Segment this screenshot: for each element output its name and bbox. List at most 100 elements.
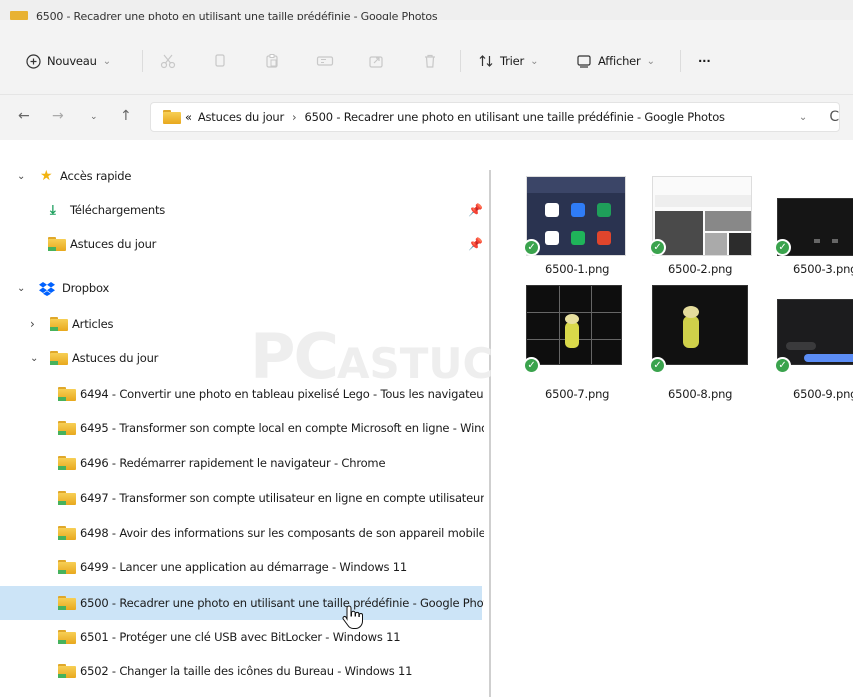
tree-item-folder[interactable]: 6498 - Avoir des informations sur les co… <box>0 516 484 550</box>
tree-label: 6501 - Protéger une clé USB avec BitLock… <box>80 630 401 644</box>
tree-label: Accès rapide <box>60 169 132 183</box>
dropbox-icon <box>39 281 55 296</box>
sync-check-icon: ✓ <box>774 239 791 256</box>
view-icon <box>577 55 591 68</box>
sort-button[interactable]: Trier ⌄ <box>478 50 538 72</box>
tree-label: 6495 - Transformer son compte local en c… <box>80 421 484 435</box>
sync-check-icon: ✓ <box>774 357 791 374</box>
chevron-right-icon[interactable]: › <box>30 317 35 331</box>
paste-button[interactable] <box>264 50 280 72</box>
pane-divider[interactable] <box>489 170 491 697</box>
new-label: Nouveau <box>47 54 97 68</box>
folder-icon <box>58 387 76 401</box>
rename-icon <box>316 56 334 66</box>
tree-label: Téléchargements <box>70 203 166 217</box>
folder-icon <box>163 110 181 124</box>
copy-icon <box>215 54 225 67</box>
tree-item-folder[interactable]: 6502 - Changer la taille des icônes du B… <box>0 654 484 688</box>
refresh-icon[interactable]: C <box>829 109 839 125</box>
folder-icon <box>58 630 76 644</box>
breadcrumb-separator: › <box>292 110 297 124</box>
window-title: 6500 - Recadrer une photo en utilisant u… <box>36 10 438 21</box>
breadcrumb-overflow[interactable]: « <box>185 110 192 124</box>
tree-item-folder[interactable]: 6499 - Lancer une application au démarra… <box>0 550 484 584</box>
thumbnail <box>652 176 752 256</box>
thumbnail <box>526 285 622 365</box>
sync-check-icon: ✓ <box>649 239 666 256</box>
file-name: 6500-2.png <box>668 262 733 276</box>
folder-icon <box>58 491 76 505</box>
file-name: 6500-8.png <box>668 387 733 401</box>
folder-icon <box>10 11 28 20</box>
tree-label: Astuces du jour <box>70 237 157 251</box>
tree-item-downloads[interactable]: ⤓ Téléchargements 📌 <box>0 193 484 227</box>
up-arrow-icon[interactable]: ↑ <box>120 108 132 124</box>
forward-arrow-icon[interactable]: → <box>52 108 64 124</box>
navigation-pane: ⌄ ★ Accès rapide ⤓ Téléchargements 📌 Ast… <box>0 140 484 697</box>
rename-button[interactable] <box>316 50 334 72</box>
scissors-icon <box>160 54 176 69</box>
paste-icon <box>266 54 278 68</box>
new-button[interactable]: Nouveau ⌄ <box>26 50 111 72</box>
thumbnail <box>652 285 748 365</box>
chevron-down-icon[interactable]: ⌄ <box>17 283 25 294</box>
tree-item-quick-access[interactable]: ⌄ ★ Accès rapide <box>0 159 484 193</box>
breadcrumb-current[interactable]: 6500 - Recadrer une photo en utilisant u… <box>304 110 725 124</box>
more-options-button[interactable]: ··· <box>698 50 711 72</box>
tree-label: Articles <box>72 317 114 331</box>
tree-label: 6497 - Transformer son compte utilisateu… <box>80 491 484 505</box>
file-name: 6500-1.png <box>545 262 610 276</box>
folder-icon <box>58 596 76 610</box>
tree-item-dropbox[interactable]: ⌄ Dropbox <box>0 271 484 305</box>
tree-label: 6496 - Redémarrer rapidement le navigate… <box>80 456 386 470</box>
file-view: ✓ 6500-1.png ✓ 6500-2.png ✓ 6500-3.png ✓… <box>492 140 853 697</box>
plus-circle-icon <box>26 53 41 69</box>
chevron-down-icon: ⌄ <box>530 55 539 67</box>
pin-icon[interactable]: 📌 <box>468 237 483 251</box>
tree-label: 6502 - Changer la taille des icônes du B… <box>80 664 413 678</box>
tree-item-folder[interactable]: 6496 - Redémarrer rapidement le navigate… <box>0 446 484 480</box>
share-icon <box>369 56 383 68</box>
tree-item-astuces-pinned[interactable]: Astuces du jour 📌 <box>0 227 484 261</box>
breadcrumb-parent[interactable]: Astuces du jour <box>198 110 284 124</box>
file-name: 6500-3.png <box>793 262 853 276</box>
chevron-down-icon: ⌄ <box>102 55 111 67</box>
chevron-down-icon[interactable]: ⌄ <box>799 112 807 123</box>
address-row: ← → ⌄ ↑ « Astuces du jour › 6500 - Recad… <box>0 95 853 140</box>
cut-button[interactable] <box>160 50 176 72</box>
download-icon: ⤓ <box>50 202 56 218</box>
chevron-down-icon[interactable]: ⌄ <box>17 171 25 182</box>
tree-item-folder[interactable]: 6501 - Protéger une clé USB avec BitLock… <box>0 620 484 654</box>
tree-label: 6498 - Avoir des informations sur les co… <box>80 526 484 540</box>
recent-chevron-icon[interactable]: ⌄ <box>90 112 98 122</box>
sort-label: Trier <box>500 54 525 68</box>
tree-item-folder[interactable]: 6497 - Transformer son compte utilisateu… <box>0 481 484 515</box>
view-button[interactable]: Afficher ⌄ <box>576 50 655 72</box>
sync-check-icon: ✓ <box>649 357 666 374</box>
delete-button[interactable] <box>422 50 438 72</box>
title-bar: 6500 - Recadrer une photo en utilisant u… <box>0 0 853 20</box>
tree-label: 6500 - Recadrer une photo en utilisant u… <box>80 596 484 610</box>
file-name: 6500-7.png <box>545 387 610 401</box>
folder-icon <box>58 560 76 574</box>
folder-icon <box>58 526 76 540</box>
share-button[interactable] <box>368 50 384 72</box>
more-icon: ··· <box>698 54 711 68</box>
folder-icon <box>58 456 76 470</box>
folder-icon <box>50 351 68 365</box>
view-label: Afficher <box>598 54 641 68</box>
chevron-down-icon[interactable]: ⌄ <box>30 353 38 364</box>
address-bar[interactable]: « Astuces du jour › 6500 - Recadrer une … <box>150 102 840 132</box>
sort-icon <box>479 55 493 67</box>
sync-check-icon: ✓ <box>523 357 540 374</box>
tree-label: Astuces du jour <box>72 351 159 365</box>
thumbnail <box>777 299 853 365</box>
back-arrow-icon[interactable]: ← <box>18 108 30 124</box>
pin-icon[interactable]: 📌 <box>468 203 483 217</box>
tree-item-folder-selected[interactable]: 6500 - Recadrer une photo en utilisant u… <box>0 586 484 620</box>
folder-icon <box>50 317 68 331</box>
copy-button[interactable] <box>212 50 228 72</box>
file-name: 6500-9.png <box>793 387 853 401</box>
tree-item-folder[interactable]: 6495 - Transformer son compte local en c… <box>0 411 484 445</box>
thumbnail <box>526 176 626 256</box>
